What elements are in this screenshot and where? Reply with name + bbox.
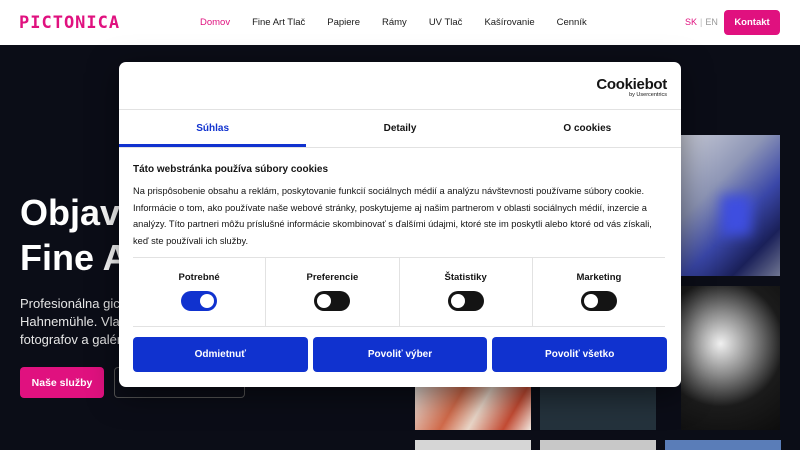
nav-item-cennik[interactable]: Cenník: [557, 17, 587, 28]
toggle-statistics[interactable]: [447, 291, 484, 311]
consent-buttons: Odmietnuť Povoliť výber Povoliť všetko: [133, 337, 668, 372]
hero-title-line1: Objav: [20, 192, 121, 233]
toggle-cell-preferences: Preferencie: [266, 258, 400, 326]
toggle-knob: [317, 294, 332, 308]
lang-separator: |: [700, 17, 703, 27]
toggle-label-statistics: Štatistiky: [444, 272, 487, 283]
gallery-image-art-print[interactable]: [415, 387, 531, 430]
cookie-tabs: Súhlas Detaily O cookies: [119, 110, 681, 147]
tabs-divider: [119, 147, 681, 148]
toggle-cell-necessary: Potrebné: [133, 258, 267, 326]
tab-consent[interactable]: Súhlas: [119, 110, 307, 147]
language-switcher: SK | EN: [685, 17, 718, 27]
toggle-knob: [200, 294, 215, 308]
deny-button[interactable]: Odmietnuť: [133, 337, 308, 372]
lang-en[interactable]: EN: [705, 17, 718, 27]
toggle-cell-marketing: Marketing: [533, 258, 665, 326]
nav-item-uv-tlac[interactable]: UV Tlač: [429, 17, 463, 28]
gallery-image-uv-printer[interactable]: [681, 135, 780, 276]
gallery-image-framed-print[interactable]: [681, 286, 780, 430]
main-nav: Domov Fine Art Tlač Papiere Rámy UV Tlač…: [200, 0, 609, 45]
nav-item-ramy[interactable]: Rámy: [382, 17, 407, 28]
tab-details[interactable]: Detaily: [306, 110, 493, 147]
toggle-knob: [583, 294, 598, 308]
toggle-knob: [450, 294, 465, 308]
toggle-label-necessary: Potrebné: [178, 272, 220, 283]
allow-selection-button[interactable]: Povoliť výber: [312, 337, 488, 372]
cookiebot-logo[interactable]: Cookiebot by Usercentrics: [596, 76, 667, 98]
toggle-label-preferences: Preferencie: [306, 272, 359, 283]
consent-toggles: Potrebné Preferencie Štatistiky Marketin…: [133, 257, 665, 327]
toggle-cell-statistics: Štatistiky: [400, 258, 533, 326]
gallery-image-cutting-mat[interactable]: [540, 387, 656, 430]
toggle-preferences[interactable]: [314, 291, 351, 311]
gallery-image[interactable]: [415, 440, 531, 450]
hero-title: Objav Fine A: [20, 190, 129, 280]
nav-item-domov[interactable]: Domov: [200, 17, 230, 28]
toggle-label-marketing: Marketing: [576, 272, 622, 283]
site-header: PICTONICA Domov Fine Art Tlač Papiere Rá…: [0, 0, 800, 45]
cookie-consent-dialog: Cookiebot by Usercentrics Súhlas Detaily…: [119, 62, 681, 387]
consent-title: Táto webstránka používa súbory cookies: [133, 164, 329, 175]
contact-button[interactable]: Kontakt: [724, 10, 780, 35]
gallery-image[interactable]: [665, 440, 781, 450]
tab-about-cookies[interactable]: O cookies: [494, 110, 681, 147]
gallery-image[interactable]: [540, 440, 656, 450]
toggle-necessary[interactable]: [181, 291, 218, 311]
our-services-button[interactable]: Naše služby: [20, 367, 104, 398]
hero-title-line2: Fine A: [20, 237, 129, 278]
nav-item-fine-art-tlac[interactable]: Fine Art Tlač: [252, 17, 305, 28]
lang-sk[interactable]: SK: [685, 17, 697, 27]
allow-all-button[interactable]: Povoliť všetko: [492, 337, 668, 372]
nav-item-papiere[interactable]: Papiere: [327, 17, 360, 28]
site-logo[interactable]: PICTONICA: [19, 13, 120, 33]
consent-body: Na prispôsobenie obsahu a reklám, poskyt…: [133, 186, 652, 246]
nav-item-kasirovanie[interactable]: Kašírovanie: [484, 17, 534, 28]
cookiebot-brand: Cookiebot: [596, 76, 667, 93]
toggle-marketing[interactable]: [580, 291, 617, 311]
